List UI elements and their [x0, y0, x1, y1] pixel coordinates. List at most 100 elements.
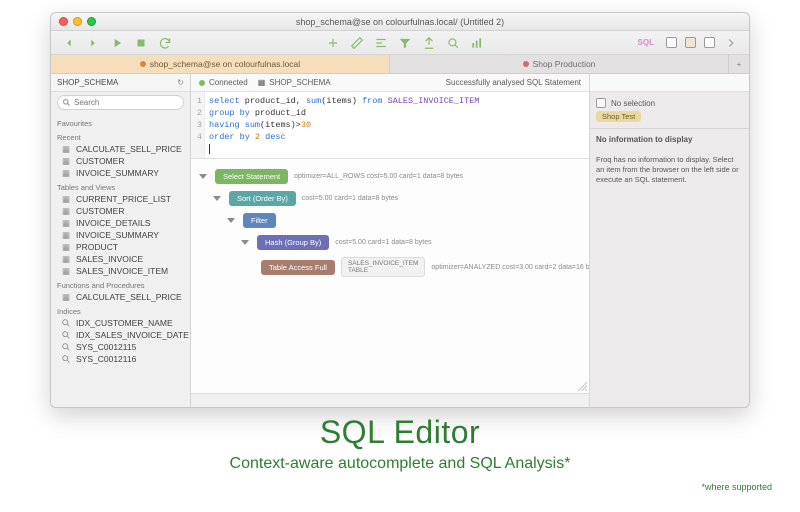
titlebar: shop_schema@se on colourfulnas.local/ (U… — [51, 13, 749, 31]
sql-editor[interactable]: 1 2 3 4 select product_id, sum(items) fr… — [191, 92, 589, 159]
sql-code[interactable]: select product_id, sum(items) from SALES… — [191, 92, 589, 158]
sql-mode-label: SQL — [638, 38, 654, 47]
sidebar-item-function[interactable]: ▦CALCULATE_SELL_PRICE — [51, 291, 190, 303]
sidebar-item-table[interactable]: ▦INVOICE_SUMMARY — [51, 229, 190, 241]
toolbar-left — [61, 35, 173, 51]
sidebar-item-recent[interactable]: ▦CUSTOMER — [51, 155, 190, 167]
promo-footnote: *where supported — [701, 482, 772, 492]
format-button[interactable] — [373, 35, 389, 51]
selection-checkbox[interactable] — [596, 98, 606, 108]
stop-sql-button[interactable] — [133, 35, 149, 51]
resize-handle-icon[interactable] — [578, 382, 587, 391]
nav-back-button[interactable] — [61, 35, 77, 51]
plan-meta: optimizer=ANALYZED cost=3.00 card=2 data… — [431, 264, 589, 271]
sidebar-item-index[interactable]: IDX_CUSTOMER_NAME — [51, 317, 190, 329]
sidebar-item-recent[interactable]: ▦INVOICE_SUMMARY — [51, 167, 190, 179]
toolbar: SQL — [51, 31, 749, 55]
new-tab-button[interactable]: + — [729, 55, 749, 73]
show-inspector-right-toggle[interactable] — [704, 37, 715, 48]
sidebar-item-index[interactable]: SYS_C0012116 — [51, 353, 190, 365]
sidebar-search — [51, 92, 190, 113]
nav-forward-button[interactable] — [85, 35, 101, 51]
window-title: shop_schema@se on colourfulnas.local/ (U… — [51, 17, 749, 27]
table-icon: ▦ — [61, 168, 71, 178]
procedure-icon: ▦ — [61, 292, 71, 302]
find-button[interactable] — [445, 35, 461, 51]
add-item-button[interactable] — [325, 35, 341, 51]
table-icon: ▦ — [61, 194, 71, 204]
run-sql-button[interactable] — [109, 35, 125, 51]
plan-ref-table[interactable]: SALES_INVOICE_ITEM TABLE — [341, 257, 425, 277]
sidebar-item-index[interactable]: IDX_SALES_INVOICE_DATE — [51, 329, 190, 341]
tab-label: Shop Production — [533, 59, 596, 69]
execution-plan[interactable]: Select Statement optimizer=ALL_ROWS cost… — [191, 159, 589, 393]
inspector: No selection Shop Test No information to… — [589, 74, 749, 407]
document-tabbar: shop_schema@se on colourfulnas.local Sho… — [51, 55, 749, 74]
table-icon: ▦ — [61, 242, 71, 252]
promo-sub: Context-aware autocomplete and SQL Analy… — [0, 455, 800, 473]
refresh-button[interactable] — [157, 35, 173, 51]
show-sidebar-toggle[interactable] — [666, 37, 677, 48]
edit-item-button[interactable] — [349, 35, 365, 51]
sidebar-section-functions: Functions and Procedures — [51, 277, 190, 291]
sidebar-section-recent: Recent — [51, 129, 190, 143]
schema-status[interactable]: ▦ SHOP_SCHEMA — [258, 78, 331, 87]
sidebar-item-table[interactable]: ▦INVOICE_DETAILS — [51, 217, 190, 229]
bottom-strip — [191, 393, 589, 407]
plan-node-access[interactable]: Table Access Full — [261, 260, 335, 275]
overflow-button[interactable] — [723, 35, 739, 51]
status-bar: Connected ▦ SHOP_SCHEMA Successfully ana… — [191, 74, 589, 92]
refresh-schema-button[interactable]: ↻ — [177, 78, 184, 87]
index-icon — [61, 342, 71, 352]
disclosure-icon[interactable] — [241, 240, 249, 245]
status-dot-icon — [199, 80, 205, 86]
sidebar-item-recent[interactable]: ▦CALCULATE_SELL_PRICE — [51, 143, 190, 155]
info-body: Froq has no information to display. Sele… — [596, 155, 739, 184]
plan-node-select[interactable]: Select Statement — [215, 169, 288, 184]
content-area: SHOP_SCHEMA ↻ Favourites Recent ▦CALCULA… — [51, 74, 749, 407]
inspector-header: No selection Shop Test — [590, 92, 749, 129]
line-gutter: 1 2 3 4 — [191, 92, 205, 158]
status-message: Successfully analysed SQL Statement — [446, 78, 581, 87]
sidebar-item-index[interactable]: SYS_C0012115 — [51, 341, 190, 353]
disclosure-icon[interactable] — [227, 218, 235, 223]
stats-button[interactable] — [469, 35, 485, 51]
promo-block: SQL Editor Context-aware autocomplete an… — [0, 414, 800, 473]
sidebar-item-table[interactable]: ▦CUSTOMER — [51, 205, 190, 217]
info-title: No information to display — [596, 135, 692, 144]
plan-node-hash[interactable]: Hash (Group By) — [257, 235, 329, 250]
app-window: shop_schema@se on colourfulnas.local/ (U… — [50, 12, 750, 408]
connection-status: Connected — [199, 78, 248, 87]
sidebar-item-table[interactable]: ▦CURRENT_PRICE_LIST — [51, 193, 190, 205]
sidebar-section-favourites: Favourites — [51, 115, 190, 129]
index-icon — [61, 354, 71, 364]
plan-meta: optimizer=ALL_ROWS cost=5.00 card=1 data… — [294, 173, 463, 180]
sidebar-item-table[interactable]: ▦PRODUCT — [51, 241, 190, 253]
table-icon: ▦ — [61, 266, 71, 276]
sidebar-item-table[interactable]: ▦SALES_INVOICE — [51, 253, 190, 265]
tab-status-dot — [140, 61, 146, 67]
sidebar-body[interactable]: Favourites Recent ▦CALCULATE_SELL_PRICE … — [51, 113, 190, 407]
table-icon: ▦ — [61, 156, 71, 166]
disclosure-icon[interactable] — [199, 174, 207, 179]
plan-meta: cost=5.00 card=1 data=8 bytes — [335, 239, 431, 246]
schema-name: SHOP_SCHEMA — [57, 78, 118, 87]
plan-node-filter[interactable]: Filter — [243, 213, 276, 228]
disclosure-icon[interactable] — [213, 196, 221, 201]
table-icon: ▦ — [61, 230, 71, 240]
export-button[interactable] — [421, 35, 437, 51]
plan-node-sort[interactable]: Sort (Order By) — [229, 191, 296, 206]
table-icon: ▦ — [61, 218, 71, 228]
show-inspector-toggle[interactable] — [685, 37, 696, 48]
index-icon — [61, 330, 71, 340]
inspector-body: No information to display Froq has no in… — [590, 129, 749, 407]
main-panel: Connected ▦ SHOP_SCHEMA Successfully ana… — [191, 74, 589, 407]
sidebar-item-table[interactable]: ▦SALES_INVOICE_ITEM — [51, 265, 190, 277]
search-input[interactable] — [57, 95, 184, 110]
table-icon: ▦ — [258, 78, 266, 87]
environment-tag[interactable]: Shop Test — [596, 111, 641, 122]
document-tab-2[interactable]: Shop Production — [390, 55, 729, 73]
filter-button[interactable] — [397, 35, 413, 51]
sidebar-section-indices: Indices — [51, 303, 190, 317]
document-tab-1[interactable]: shop_schema@se on colourfulnas.local — [51, 55, 390, 73]
